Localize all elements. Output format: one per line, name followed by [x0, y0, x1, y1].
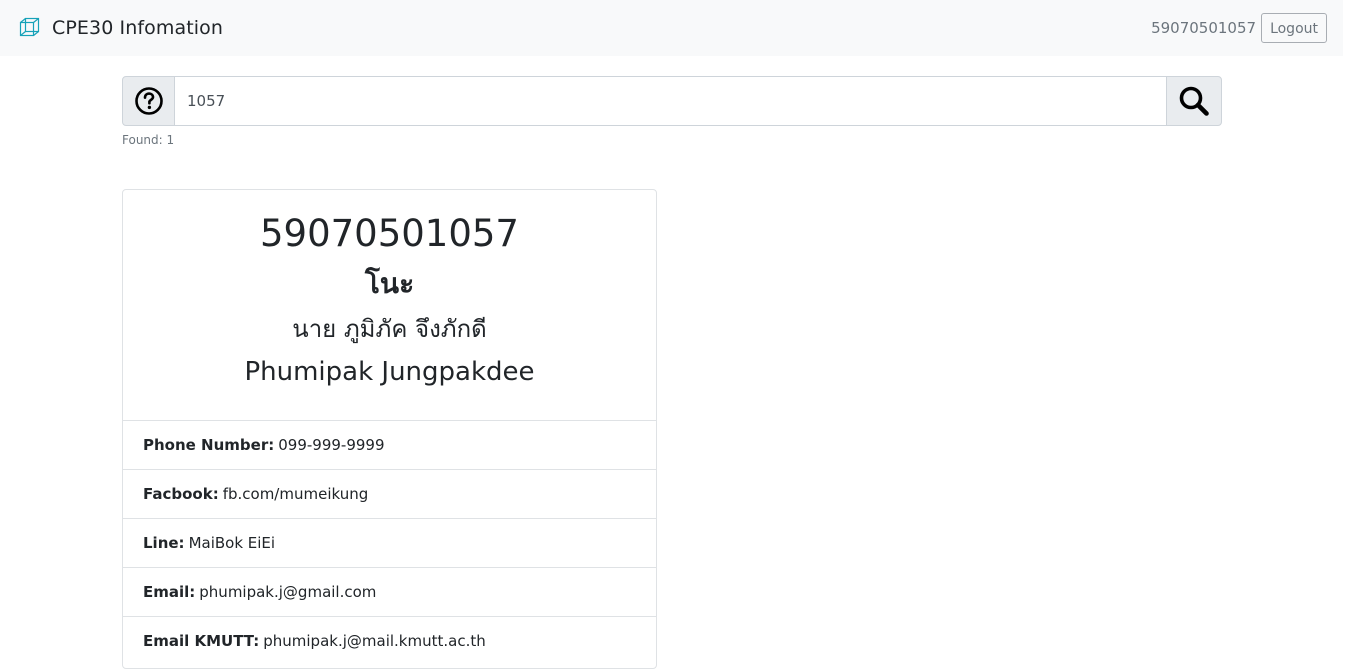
detail-label: Email:	[143, 583, 196, 601]
brand-link[interactable]: CPE30 Infomation	[19, 17, 223, 39]
search-input[interactable]	[175, 76, 1166, 126]
student-english-name: Phumipak Jungpakdee	[244, 357, 535, 387]
detail-line: Line: MaiBok EiEi	[123, 518, 656, 567]
detail-value: phumipak.j@mail.kmutt.ac.th	[263, 632, 486, 650]
search-result-count: Found: 1	[122, 133, 175, 147]
detail-value: 099-999-9999	[278, 436, 385, 454]
search-bar	[122, 76, 1222, 126]
student-nickname: โนะ	[364, 267, 415, 300]
detail-label: Phone Number:	[143, 436, 275, 454]
student-details-list: Phone Number: 099-999-9999 Facbook: fb.c…	[123, 420, 656, 665]
question-circle-icon	[134, 87, 163, 115]
detail-email-kmutt: Email KMUTT: phumipak.j@mail.kmutt.ac.th	[123, 616, 656, 665]
nav-user-area: 59070501057 Logout	[1151, 13, 1327, 43]
detail-label: Line:	[143, 534, 185, 552]
search-icon	[1179, 86, 1209, 116]
brand-title: CPE30 Infomation	[52, 17, 224, 39]
student-card: 59070501057 โนะ นาย ภูมิภัค จึงภักดี Phu…	[122, 189, 657, 669]
detail-email: Email: phumipak.j@gmail.com	[123, 567, 656, 616]
detail-facebook: Facbook: fb.com/mumeikung	[123, 469, 656, 518]
logged-in-user-id: 59070501057	[1151, 19, 1257, 37]
cube-icon	[19, 17, 40, 37]
help-button[interactable]	[122, 76, 175, 126]
detail-label: Email KMUTT:	[143, 632, 260, 650]
student-thai-name: นาย ภูมิภัค จึงภักดี	[292, 315, 487, 343]
detail-value: phumipak.j@gmail.com	[199, 583, 377, 601]
logout-button[interactable]: Logout	[1261, 13, 1327, 43]
detail-value: MaiBok EiEi	[188, 534, 276, 552]
student-card-header: 59070501057 โนะ นาย ภูมิภัค จึงภักดี Phu…	[123, 190, 656, 420]
student-id: 59070501057	[260, 212, 519, 255]
top-navbar: CPE30 Infomation 59070501057 Logout	[0, 0, 1343, 56]
detail-label: Facbook:	[143, 485, 219, 503]
detail-value: fb.com/mumeikung	[222, 485, 369, 503]
detail-phone: Phone Number: 099-999-9999	[123, 420, 656, 469]
search-button[interactable]	[1166, 76, 1222, 126]
